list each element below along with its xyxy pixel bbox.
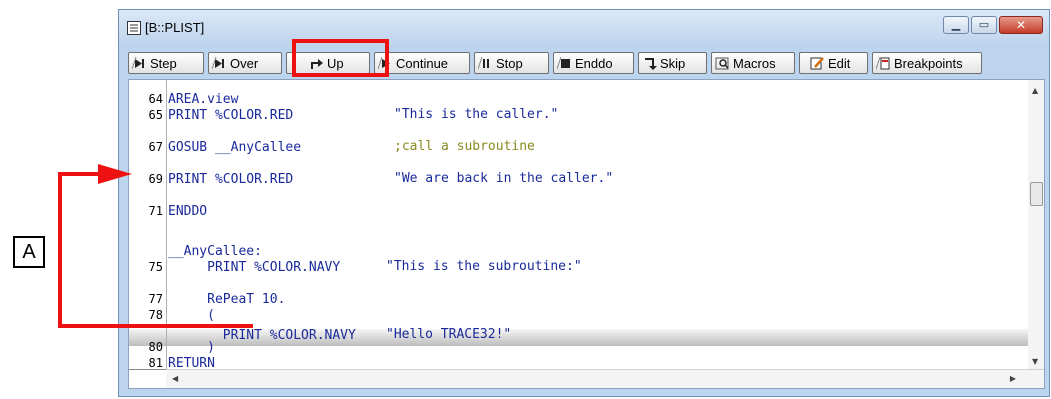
code-command: AREA.view <box>168 92 239 107</box>
macros-button[interactable]: Macros <box>711 52 795 74</box>
program-listing[interactable]: 64 AREA.view 65 PRINT %COLOR.RED "This is th… <box>128 79 1045 389</box>
line-number: 78 <box>148 308 163 322</box>
skip-button[interactable]: Skip <box>638 52 707 74</box>
line-number: 69 <box>148 172 163 186</box>
line-number: 80 <box>148 340 163 354</box>
maximize-icon: ▭ <box>978 18 990 31</box>
line-number: 75 <box>148 260 163 274</box>
code-command: __AnyCallee: <box>168 244 262 259</box>
code-line[interactable]: RePeaT 10. <box>168 291 285 307</box>
code-line[interactable]: __AnyCallee: <box>168 243 262 259</box>
code-line[interactable]: PRINT %COLOR.RED "This is the caller." <box>168 107 558 123</box>
plist-window: [B::PLIST] ▁ ▭ ✕ Step Over Up Continue S… <box>118 9 1050 397</box>
line-number: 77 <box>148 292 163 306</box>
minimize-icon: ▁ <box>951 18 961 31</box>
edit-label: Edit <box>828 55 851 71</box>
code-line[interactable]: ) <box>168 339 215 355</box>
code-argument: "We are back in the caller." <box>394 171 614 186</box>
step-button[interactable]: Step <box>128 52 204 74</box>
list-window-icon <box>127 21 141 35</box>
step-label: Step <box>150 55 177 71</box>
code-line[interactable]: ENDDO <box>168 203 207 219</box>
close-icon: ✕ <box>1015 18 1027 32</box>
code-line[interactable]: AREA.view <box>168 91 238 107</box>
macros-label: Macros <box>733 55 776 71</box>
stop-label: Stop <box>496 55 523 71</box>
breakpoints-button[interactable]: Breakpoints <box>872 52 982 74</box>
line-number: 65 <box>148 108 163 122</box>
scroll-corner-box <box>129 369 166 388</box>
line-number: 71 <box>148 204 163 218</box>
window-title: [B::PLIST] <box>145 20 205 35</box>
code-command: ) <box>168 340 215 355</box>
line-number: 67 <box>148 140 163 154</box>
step-over-icon <box>212 56 227 70</box>
enddo-label: Enddo <box>575 55 613 71</box>
scroll-down-icon[interactable]: ▼ <box>1032 357 1038 366</box>
code-argument: "This is the caller." <box>394 107 559 122</box>
code-command: PRINT %COLOR.RED <box>168 172 294 187</box>
line-number: 81 <box>148 356 163 370</box>
enddo-icon <box>557 56 572 70</box>
stop-button[interactable]: Stop <box>474 52 549 74</box>
vertical-scrollbar[interactable]: ▲ ▼ <box>1028 80 1044 370</box>
over-button[interactable]: Over <box>208 52 282 74</box>
line-number: 64 <box>148 92 163 106</box>
title-bar[interactable]: [B::PLIST] ▁ ▭ ✕ <box>119 10 1049 46</box>
code-command: GOSUB __AnyCallee <box>168 140 302 155</box>
step-icon <box>132 56 147 70</box>
scroll-right-icon[interactable]: ▶ <box>1010 374 1016 383</box>
code-line[interactable]: PRINT %COLOR.RED "We are back in the call… <box>168 171 613 187</box>
code-argument: "Hello TRACE32!" <box>386 327 512 342</box>
horizontal-scrollbar[interactable]: ◀ ▶ <box>166 369 1044 388</box>
code-line[interactable]: GOSUB __AnyCallee ;call a subroutine <box>168 139 535 155</box>
code-comment: ;call a subroutine <box>394 139 535 154</box>
code-argument: "This is the subroutine:" <box>386 259 582 274</box>
annotation-label: A <box>13 236 45 268</box>
code-command: ( <box>168 308 215 323</box>
stop-icon <box>478 56 493 70</box>
enddo-button[interactable]: Enddo <box>553 52 634 74</box>
edit-icon <box>810 56 825 70</box>
code-line[interactable]: PRINT %COLOR.NAVY "This is the subroutine… <box>168 259 582 275</box>
skip-label: Skip <box>660 55 686 71</box>
continue-label: Continue <box>396 55 449 71</box>
minimize-button[interactable]: ▁ <box>943 16 969 34</box>
vertical-scroll-thumb[interactable] <box>1030 182 1043 206</box>
toolbar: Step Over Up Continue Stop Enddo Skip Ma… <box>128 52 1045 74</box>
gutter-divider <box>166 80 167 370</box>
code-command: PRINT %COLOR.NAVY <box>168 260 341 275</box>
code-command: RePeaT 10. <box>168 292 286 307</box>
breakpoints-label: Breakpoints <box>894 55 963 71</box>
scroll-left-icon[interactable]: ◀ <box>172 374 178 383</box>
edit-button[interactable]: Edit <box>799 52 868 74</box>
scroll-up-icon[interactable]: ▲ <box>1032 86 1038 95</box>
macros-icon <box>715 57 730 70</box>
up-button-highlight <box>292 39 389 77</box>
close-button[interactable]: ✕ <box>999 16 1043 34</box>
breakpoints-icon <box>876 56 891 70</box>
maximize-button[interactable]: ▭ <box>971 16 997 34</box>
skip-icon <box>642 57 657 70</box>
code-line[interactable]: ( <box>168 307 215 323</box>
code-command: ENDDO <box>168 204 208 219</box>
over-label: Over <box>230 55 259 71</box>
code-command: PRINT %COLOR.RED <box>168 108 294 123</box>
